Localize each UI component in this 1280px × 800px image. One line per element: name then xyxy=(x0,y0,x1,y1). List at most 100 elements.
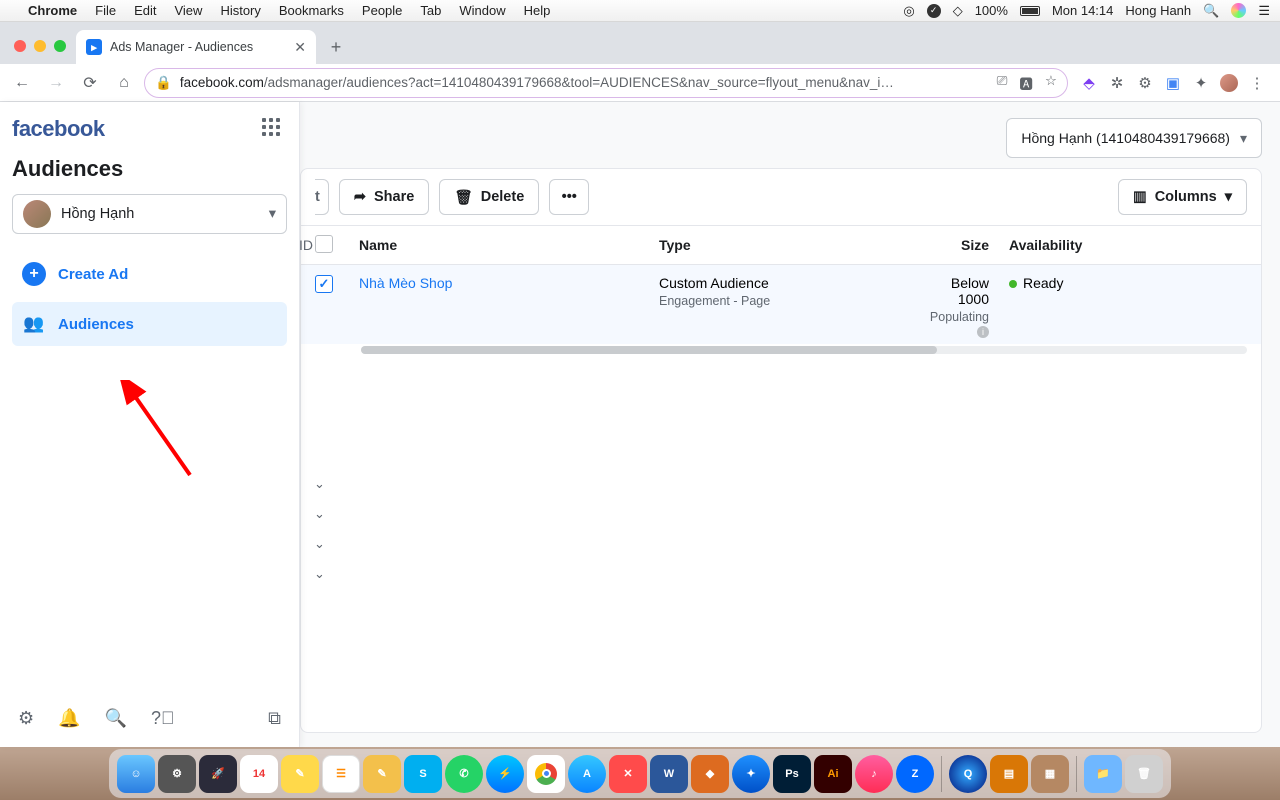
chevron-down-icon[interactable]: ⌄ xyxy=(314,566,325,582)
ext-2-icon[interactable]: ✲ xyxy=(1108,74,1126,92)
menubar-user[interactable]: Hong Hanh xyxy=(1125,3,1191,18)
collapse-sidebar-icon[interactable]: ⧉ xyxy=(268,708,281,729)
chevron-down-icon[interactable]: ⌄ xyxy=(314,476,325,492)
dock-music[interactable]: ♪ xyxy=(855,755,893,793)
dock-messenger[interactable]: ⚡ xyxy=(486,755,524,793)
col-name[interactable]: Name xyxy=(359,237,659,253)
close-window[interactable] xyxy=(14,40,26,52)
row-checkbox[interactable]: ✓ xyxy=(315,275,333,293)
back-button[interactable]: ← xyxy=(8,69,36,97)
cc-icon[interactable]: ◎ xyxy=(903,3,914,19)
menu-file[interactable]: File xyxy=(95,3,116,18)
menubar-app[interactable]: Chrome xyxy=(28,3,77,18)
dock-notes2[interactable]: ✎ xyxy=(363,755,401,793)
ext-1-icon[interactable]: ⬘ xyxy=(1080,74,1098,92)
chrome-menu-icon[interactable]: ⋮ xyxy=(1248,74,1266,92)
dock-photoshop[interactable]: Ps xyxy=(773,755,811,793)
horizontal-scrollbar[interactable] xyxy=(361,346,1247,354)
control-center-icon[interactable]: ☰ xyxy=(1258,3,1270,19)
chevron-down-icon[interactable]: ⌄ xyxy=(314,506,325,522)
help-icon[interactable]: ?⃝ xyxy=(151,708,175,729)
sidebar-item-audiences[interactable]: 👥 Audiences xyxy=(12,302,287,346)
menu-view[interactable]: View xyxy=(174,3,202,18)
search-icon[interactable]: 🔍 xyxy=(105,708,127,729)
audience-name-link[interactable]: Nhà Mèo Shop xyxy=(359,275,452,291)
browser-tab[interactable]: ▸ Ads Manager - Audiences ✕ xyxy=(76,30,316,64)
dock-zalo[interactable]: Z xyxy=(896,755,934,793)
new-tab-button[interactable]: + xyxy=(322,33,350,61)
apps-grid-icon[interactable] xyxy=(262,118,284,140)
table-row[interactable]: ✓ Nhà Mèo Shop Custom Audience Engagemen… xyxy=(301,265,1261,344)
spotlight-icon[interactable]: 🔍 xyxy=(1203,3,1219,19)
dock-app-red[interactable]: ✕ xyxy=(609,755,647,793)
menu-edit[interactable]: Edit xyxy=(134,3,156,18)
status-icon[interactable]: ✓ xyxy=(927,4,941,18)
browser-toolbar: ← → ⟳ ⌂ 🔒 facebook.com/adsmanager/audien… xyxy=(0,64,1280,102)
col-size[interactable]: Size xyxy=(919,237,1009,253)
settings-icon[interactable]: ⚙ xyxy=(18,708,34,729)
account-selector[interactable]: Hồng Hạnh ▾ xyxy=(12,194,287,234)
avatar xyxy=(23,200,51,228)
siri-icon[interactable] xyxy=(1231,3,1246,18)
minimize-window[interactable] xyxy=(34,40,46,52)
wifi-icon[interactable]: ◇ xyxy=(953,3,963,19)
dock-finder[interactable]: ☺ xyxy=(117,755,155,793)
dock-illustrator[interactable]: Ai xyxy=(814,755,852,793)
menu-help[interactable]: Help xyxy=(524,3,551,18)
select-all-checkbox[interactable] xyxy=(315,235,333,253)
ext-4-icon[interactable]: ▣ xyxy=(1164,74,1182,92)
dock-launchpad[interactable]: 🚀 xyxy=(199,755,237,793)
tab-close-icon[interactable]: ✕ xyxy=(294,39,306,56)
home-button[interactable]: ⌂ xyxy=(110,69,138,97)
dock-app-orange[interactable]: ◆ xyxy=(691,755,729,793)
dock-downloads[interactable]: 📁 xyxy=(1084,755,1122,793)
extensions-icon[interactable]: ✦ xyxy=(1192,74,1210,92)
col-type[interactable]: Type xyxy=(659,237,919,253)
dock-notes[interactable]: ✎ xyxy=(281,755,319,793)
translate-icon[interactable]: 🅰 xyxy=(1019,73,1033,93)
clock[interactable]: Mon 14:14 xyxy=(1052,3,1113,18)
bookmark-icon[interactable]: ☆ xyxy=(1045,73,1057,93)
delete-button[interactable]: 🗑Delete xyxy=(439,179,539,215)
url-text: facebook.com/adsmanager/audiences?act=14… xyxy=(180,75,894,90)
chevron-down-icon[interactable]: ⌄ xyxy=(314,536,325,552)
facebook-logo[interactable]: facebook xyxy=(12,116,287,142)
reload-button[interactable]: ⟳ xyxy=(76,69,104,97)
col-availability[interactable]: Availability xyxy=(1009,237,1169,253)
info-icon[interactable]: i xyxy=(977,326,989,338)
forward-button[interactable]: → xyxy=(42,69,70,97)
dock-calendar[interactable]: 14 xyxy=(240,755,278,793)
profile-avatar[interactable] xyxy=(1220,74,1238,92)
dock-safari[interactable]: ✦ xyxy=(732,755,770,793)
columns-button[interactable]: ▥Columns▾ xyxy=(1118,179,1247,215)
ext-3-icon[interactable]: ⚙ xyxy=(1136,74,1154,92)
dock-quicktime[interactable]: Q xyxy=(949,755,987,793)
share-button[interactable]: ➦Share xyxy=(339,179,429,215)
menu-history[interactable]: History xyxy=(220,3,260,18)
cast-icon[interactable]: ⎚ xyxy=(997,73,1008,93)
dock-calculator[interactable]: ▤ xyxy=(990,755,1028,793)
dock-word[interactable]: W xyxy=(650,755,688,793)
dock-trash[interactable]: 🗑 xyxy=(1125,755,1163,793)
address-bar[interactable]: 🔒 facebook.com/adsmanager/audiences?act=… xyxy=(144,68,1068,98)
maximize-window[interactable] xyxy=(54,40,66,52)
main-area: Hồng Hạnh (1410480439179668) ▾ t ➦Share … xyxy=(300,102,1280,747)
menu-bookmarks[interactable]: Bookmarks xyxy=(279,3,344,18)
dock-app-misc[interactable]: ▦ xyxy=(1031,755,1069,793)
account-badge[interactable]: Hồng Hạnh (1410480439179668) ▾ xyxy=(1006,118,1262,158)
dock-chrome[interactable] xyxy=(527,755,565,793)
menu-tab[interactable]: Tab xyxy=(420,3,441,18)
dock-settings[interactable]: ⚙ xyxy=(158,755,196,793)
create-ad-button[interactable]: + Create Ad xyxy=(12,252,287,296)
truncated-button[interactable]: t xyxy=(315,179,329,215)
dock-reminders[interactable]: ☰ xyxy=(322,755,360,793)
dock-appstore[interactable]: A xyxy=(568,755,606,793)
dock-whatsapp[interactable]: ✆ xyxy=(445,755,483,793)
sidebar-footer: ⚙ 🔔 🔍 ?⃝ ⧉ xyxy=(12,698,287,739)
notifications-icon[interactable]: 🔔 xyxy=(58,708,80,729)
availability-text: Ready xyxy=(1023,275,1063,291)
menu-window[interactable]: Window xyxy=(459,3,505,18)
menu-people[interactable]: People xyxy=(362,3,402,18)
dock-skype[interactable]: S xyxy=(404,755,442,793)
more-button[interactable]: ••• xyxy=(549,179,589,215)
